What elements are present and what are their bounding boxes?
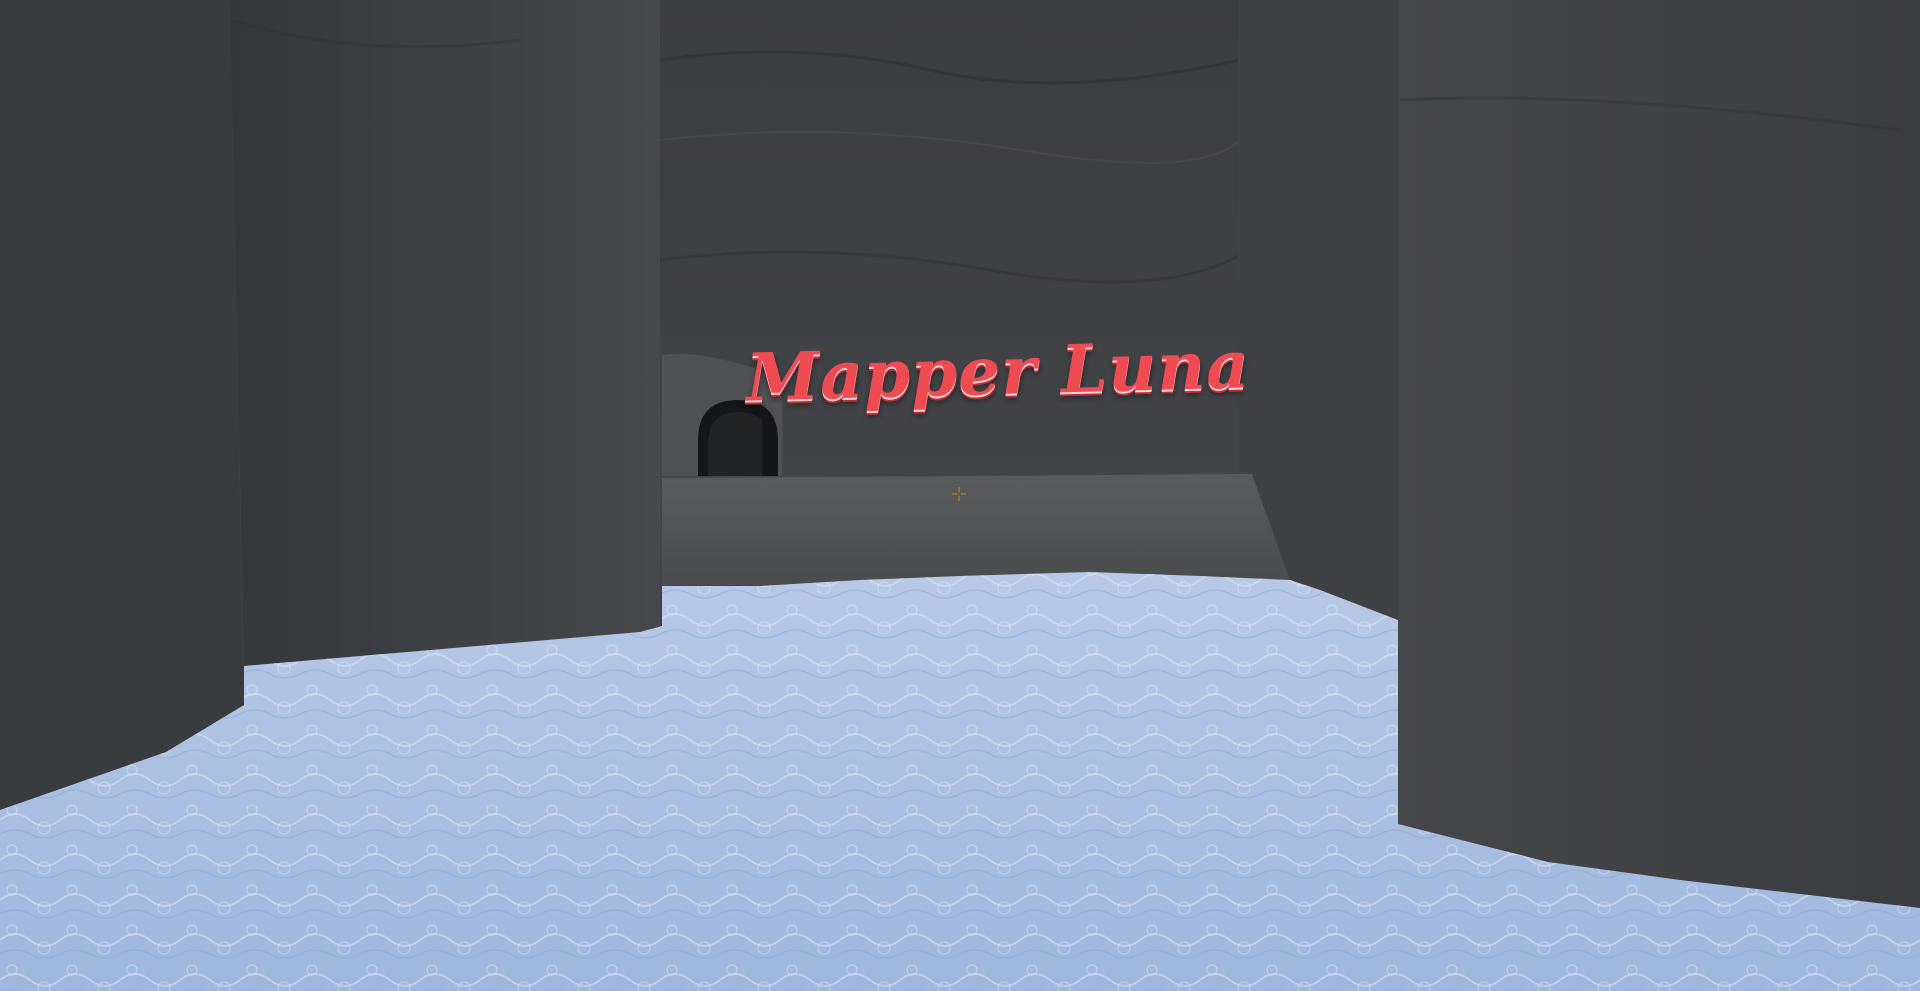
right-pillar [1398, 0, 1920, 908]
left-wall [0, 0, 244, 810]
stone-ledge [662, 474, 1290, 586]
left-pillar [230, 0, 660, 666]
game-viewport[interactable]: Mapper Luna [0, 0, 1920, 991]
crosshair-icon [952, 487, 966, 501]
sign-text: Mapper Luna [745, 325, 1251, 417]
mapper-sign: Mapper Luna [745, 321, 1251, 421]
